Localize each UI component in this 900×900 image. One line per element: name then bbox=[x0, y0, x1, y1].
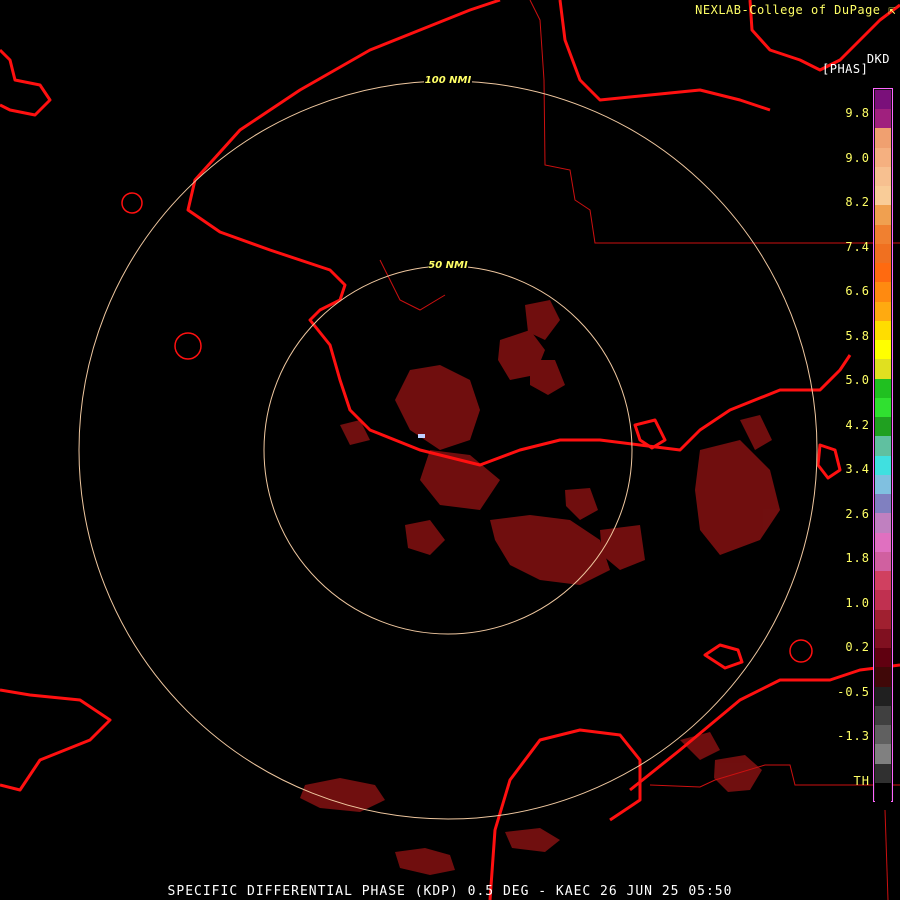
legend-swatch bbox=[875, 494, 891, 515]
product-code: DKD bbox=[866, 52, 890, 66]
legend-swatch bbox=[875, 320, 891, 341]
ring-label-50-nmi: 50 NMI bbox=[428, 260, 468, 271]
legend-swatch bbox=[875, 109, 891, 130]
legend-tick-label: 2.6 bbox=[845, 506, 870, 521]
legend-swatch bbox=[875, 744, 891, 765]
product-caption: SPECIFIC DIFFERENTIAL PHASE (KDP) 0.5 DE… bbox=[167, 884, 733, 899]
legend-tick-label: 4.2 bbox=[845, 417, 870, 432]
legend-swatch bbox=[875, 474, 891, 495]
radar-map: 50 NMI 100 NMI bbox=[0, 0, 900, 900]
legend-swatch bbox=[875, 782, 891, 803]
legend-swatch bbox=[875, 571, 891, 592]
legend-swatch bbox=[875, 648, 891, 669]
credit-label: NEXLAB-College of DuPage ⇱ bbox=[695, 3, 896, 17]
legend-swatch bbox=[875, 128, 891, 149]
radar-site-marker bbox=[418, 434, 425, 438]
legend-swatch bbox=[875, 147, 891, 168]
credit-text: NEXLAB-College of DuPage bbox=[695, 3, 881, 17]
legend-tick-label: 0.2 bbox=[845, 640, 870, 654]
legend-swatch bbox=[875, 205, 891, 226]
legend-swatch bbox=[875, 763, 891, 784]
legend-tick-label: -1.3 bbox=[837, 729, 870, 743]
legend-tick-label: 5.8 bbox=[845, 328, 870, 343]
legend-swatch bbox=[875, 686, 891, 707]
legend-swatch bbox=[875, 378, 891, 399]
legend-swatch bbox=[875, 166, 891, 187]
legend-swatch bbox=[875, 513, 891, 534]
legend-swatch bbox=[875, 725, 891, 746]
legend-swatch bbox=[875, 609, 891, 630]
legend-swatch bbox=[875, 590, 891, 611]
legend-swatch bbox=[875, 90, 891, 110]
cursor-icon: ⇱ bbox=[888, 3, 896, 17]
legend-tick-label: 9.0 bbox=[845, 150, 870, 165]
range-ring-labels: 50 NMI 100 NMI bbox=[424, 74, 472, 271]
legend-swatch bbox=[875, 186, 891, 207]
legend-swatch bbox=[875, 359, 891, 380]
legend-swatch bbox=[875, 532, 891, 553]
legend-tick-label: -0.5 bbox=[837, 684, 870, 699]
legend-tick-label: 6.6 bbox=[845, 284, 870, 298]
ring-label-100-nmi: 100 NMI bbox=[425, 75, 472, 86]
legend-swatch bbox=[875, 397, 891, 418]
legend-swatch bbox=[875, 455, 891, 476]
legend-tick-label: 1.0 bbox=[845, 595, 870, 610]
legend-tick-label: 7.4 bbox=[845, 239, 870, 254]
legend-swatch bbox=[875, 243, 891, 264]
radar-echoes bbox=[300, 300, 780, 875]
legend-swatch bbox=[875, 301, 891, 322]
legend-tick-label: 9.8 bbox=[845, 106, 870, 120]
legend-swatch bbox=[875, 667, 891, 688]
legend-swatch bbox=[875, 224, 891, 245]
legend-swatch bbox=[875, 263, 891, 284]
legend-swatch bbox=[875, 705, 891, 726]
legend-swatch bbox=[875, 340, 891, 361]
legend-tick-label: TH bbox=[853, 773, 870, 788]
legend-tick-label: 5.0 bbox=[845, 373, 870, 387]
unit-label: [PHAS] bbox=[822, 62, 869, 76]
color-legend-bar bbox=[873, 88, 893, 803]
legend-tick-label: 3.4 bbox=[845, 462, 870, 476]
legend-swatch bbox=[875, 628, 891, 649]
legend-tick-label: 8.2 bbox=[845, 195, 870, 209]
legend-swatch bbox=[875, 551, 891, 572]
legend-swatch bbox=[875, 436, 891, 457]
legend-swatch bbox=[875, 282, 891, 303]
legend-swatch bbox=[875, 417, 891, 438]
legend-tick-label: 1.8 bbox=[845, 551, 870, 565]
